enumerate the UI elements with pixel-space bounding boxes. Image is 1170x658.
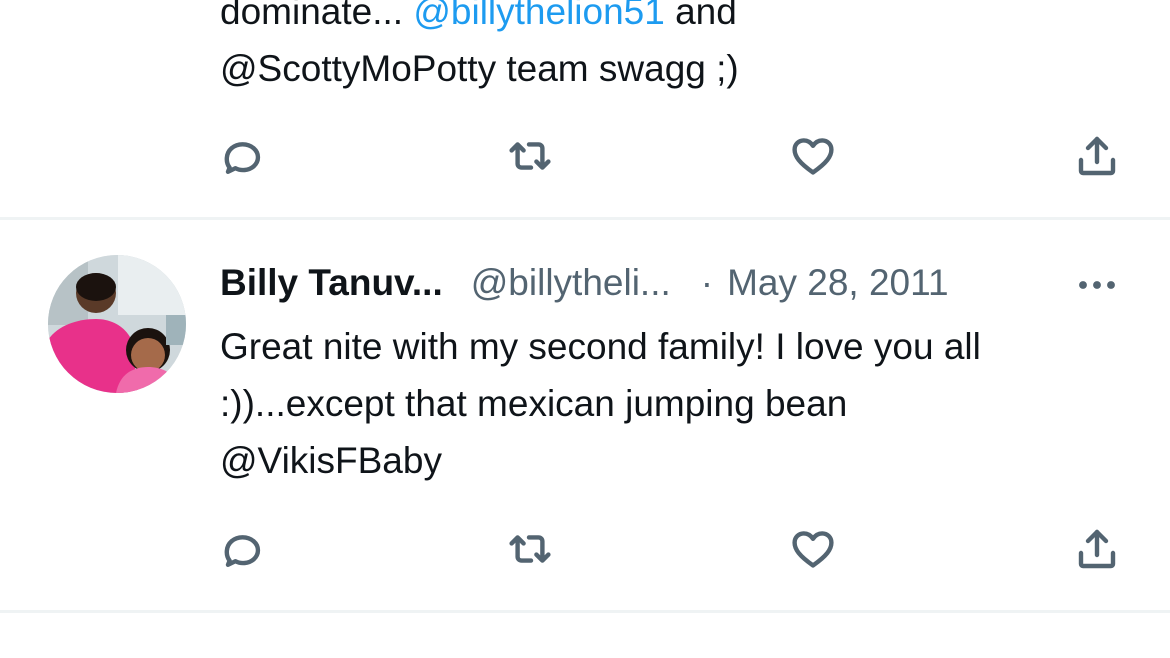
tweet-date[interactable]: May 28, 2011 — [727, 262, 948, 304]
tweet-actions — [0, 524, 1170, 574]
reply-icon — [224, 535, 261, 567]
share-button[interactable] — [1072, 131, 1122, 181]
tweet-divider — [0, 217, 1170, 220]
mention-link[interactable]: @billythelion51 — [413, 0, 664, 32]
more-icon — [1079, 281, 1115, 289]
tweet-text-line: @ScottyMoPotty team swagg ;) — [220, 48, 739, 89]
reply-button[interactable] — [218, 131, 268, 181]
heart-icon — [792, 138, 834, 175]
like-button[interactable] — [788, 131, 838, 181]
tweet-divider — [0, 610, 1170, 613]
retweet-button[interactable] — [505, 524, 555, 574]
reply-icon — [224, 142, 261, 174]
retweet-icon — [509, 535, 551, 563]
timeline: dominate... @billythelion51 and @ScottyM… — [0, 0, 1170, 658]
tweet-text-segment: and — [664, 0, 737, 32]
tweet-header: Billy Tanuv... @billytheli... · May 28, … — [220, 258, 949, 308]
share-icon — [1078, 529, 1116, 569]
reply-button[interactable] — [218, 524, 268, 574]
tweet-text-line: @VikisFBaby — [220, 440, 442, 481]
retweet-icon — [509, 142, 551, 170]
tweet-text-line: :))...except that mexican jumping bean — [220, 383, 848, 424]
user-handle[interactable]: @billytheli... — [471, 262, 671, 304]
share-button[interactable] — [1072, 524, 1122, 574]
tweet-text: dominate... @billythelion51 and — [220, 0, 737, 40]
share-icon — [1078, 136, 1116, 176]
display-name[interactable]: Billy Tanuv... — [220, 262, 443, 304]
avatar[interactable] — [48, 255, 186, 393]
retweet-button[interactable] — [505, 131, 555, 181]
avatar-photo — [48, 255, 186, 393]
more-options-button[interactable] — [1072, 265, 1122, 305]
separator-dot: · — [700, 262, 714, 303]
tweet-text-segment: dominate... — [220, 0, 414, 32]
heart-icon — [792, 531, 834, 568]
tweet-text-line: Great nite with my second family! I love… — [220, 326, 981, 367]
tweet-actions — [0, 131, 1170, 181]
like-button[interactable] — [788, 524, 838, 574]
